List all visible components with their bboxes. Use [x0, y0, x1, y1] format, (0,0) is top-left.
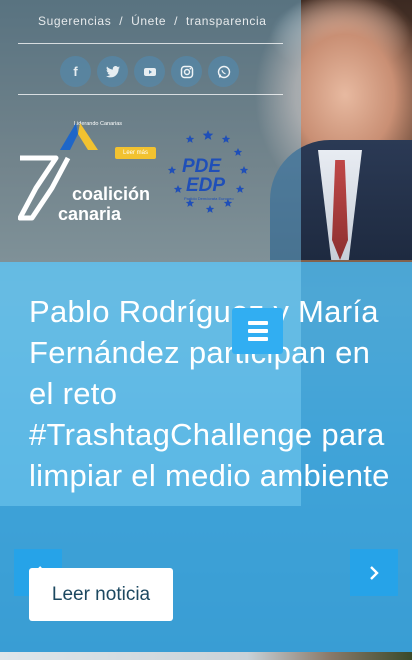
divider — [18, 94, 283, 95]
hamburger-icon — [247, 337, 268, 341]
coalicion-canaria-logo[interactable]: Liderando Canarias coalición canaria — [18, 118, 153, 228]
instagram-icon[interactable] — [171, 56, 202, 87]
pde-line2: EDP — [186, 175, 225, 196]
news-headline[interactable]: Pablo Rodríguez y María Fernández partic… — [29, 291, 399, 496]
hamburger-icon — [247, 329, 268, 333]
facebook-icon[interactable]: f — [60, 56, 91, 87]
cc-name-line1: coalición — [72, 184, 150, 204]
next-section-peek — [0, 652, 412, 660]
youtube-icon[interactable] — [134, 56, 165, 87]
link-transparencia[interactable]: transparencia — [186, 14, 267, 28]
social-icons-row: f — [60, 56, 239, 87]
chevron-right-icon — [370, 565, 379, 580]
read-more-pill[interactable]: Leer más — [115, 147, 157, 159]
pde-sub: Partido Demócrata Europeo — [184, 196, 234, 201]
link-separator: / — [119, 14, 124, 28]
hamburger-icon — [247, 321, 268, 325]
twitter-icon[interactable] — [97, 56, 128, 87]
link-sugerencias[interactable]: Sugerencias — [38, 14, 111, 28]
link-unete[interactable]: Únete — [131, 14, 166, 28]
read-news-button[interactable]: Leer noticia — [29, 568, 173, 621]
top-links: Sugerencias / Únete / transparencia — [38, 14, 270, 28]
whatsapp-icon[interactable] — [208, 56, 239, 87]
cc-name-line2: canaria — [58, 204, 122, 224]
menu-button[interactable] — [232, 308, 283, 354]
pde-edp-logo[interactable]: PDE EDP Partido Demócrata Europeo — [158, 128, 253, 220]
divider — [18, 43, 283, 44]
link-separator: / — [174, 14, 179, 28]
pde-line1: PDE — [182, 156, 222, 177]
slider-next-button[interactable] — [350, 549, 398, 596]
